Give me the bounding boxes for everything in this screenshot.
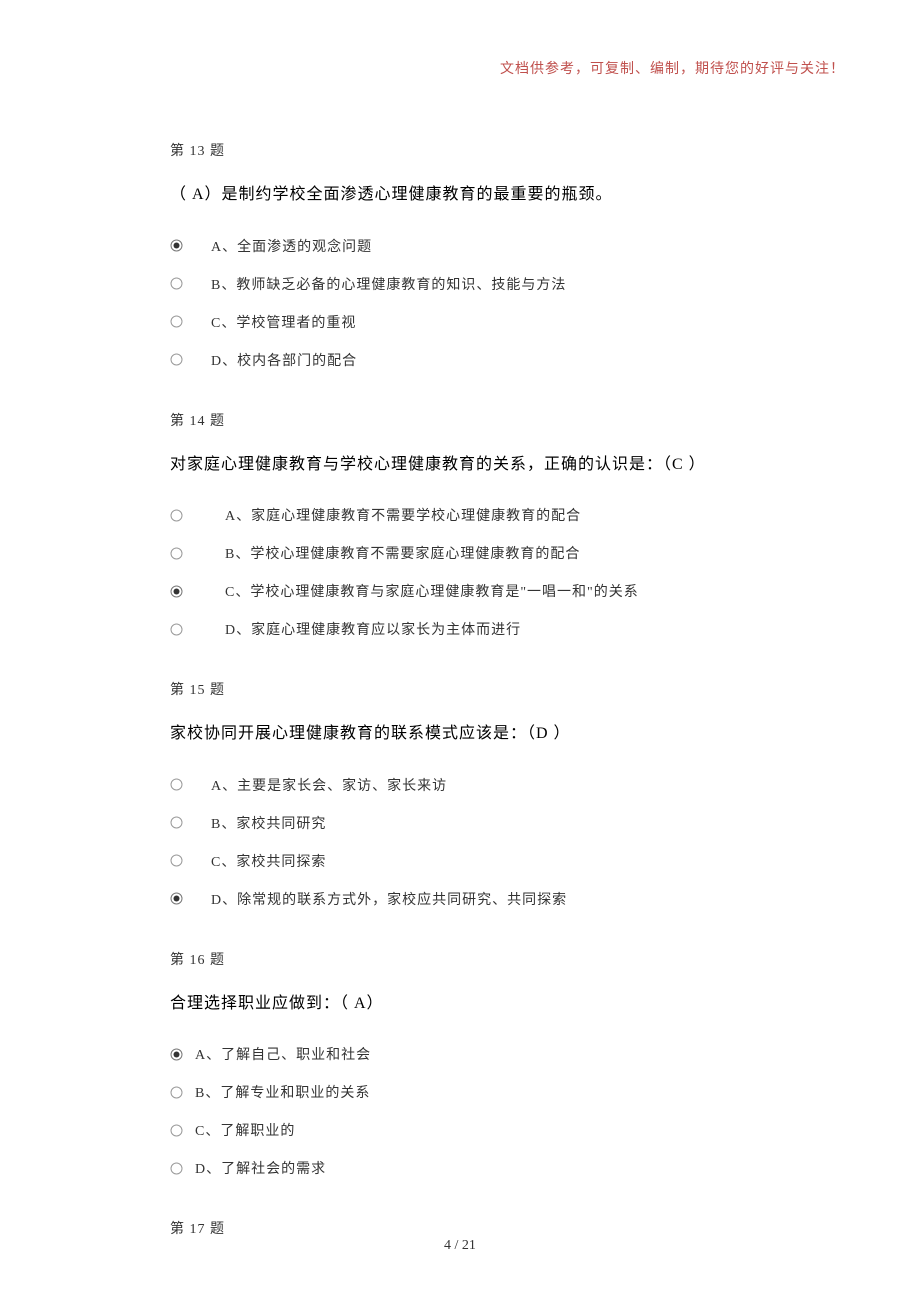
option-label: C、家校共同探索: [211, 851, 326, 871]
option-a[interactable]: A、全面渗透的观念问题: [170, 234, 750, 258]
option-d[interactable]: D、家庭心理健康教育应以家长为主体而进行: [170, 617, 750, 641]
option-label: B、学校心理健康教育不需要家庭心理健康教育的配合: [225, 543, 580, 563]
option-d[interactable]: D、校内各部门的配合: [170, 348, 750, 372]
question-number: 第 13 题: [170, 140, 750, 160]
question-text: 家校协同开展心理健康教育的联系模式应该是：（D ）: [170, 721, 750, 747]
option-label: D、除常规的联系方式外，家校应共同研究、共同探索: [211, 889, 567, 909]
radio-selected-icon: [170, 239, 183, 252]
option-label: B、教师缺乏必备的心理健康教育的知识、技能与方法: [211, 274, 566, 294]
option-label: C、了解职业的: [195, 1120, 295, 1140]
option-label: A、了解自己、职业和社会: [195, 1044, 371, 1064]
page-footer: 4 / 21: [0, 1238, 920, 1254]
question-text: （ A）是制约学校全面渗透心理健康教育的最重要的瓶颈。: [170, 182, 750, 208]
radio-unselected-icon: [170, 277, 183, 290]
radio-unselected-icon: [170, 1086, 183, 1099]
option-d[interactable]: D、了解社会的需求: [170, 1156, 750, 1180]
question-number: 第 17 题: [170, 1218, 750, 1238]
option-a[interactable]: A、主要是家长会、家访、家长来访: [170, 773, 750, 797]
question-number: 第 14 题: [170, 410, 750, 430]
question-options: A、主要是家长会、家访、家长来访 B、家校共同研究 C、家校共同探索 D、除常规…: [170, 773, 750, 911]
option-label: B、家校共同研究: [211, 813, 326, 833]
radio-selected-icon: [170, 892, 183, 905]
question-17: 第 17 题: [170, 1218, 750, 1238]
option-label: D、家庭心理健康教育应以家长为主体而进行: [225, 619, 521, 639]
option-b[interactable]: B、学校心理健康教育不需要家庭心理健康教育的配合: [170, 541, 750, 565]
option-b[interactable]: B、了解专业和职业的关系: [170, 1080, 750, 1104]
question-options: A、家庭心理健康教育不需要学校心理健康教育的配合 B、学校心理健康教育不需要家庭…: [170, 503, 750, 641]
question-text: 合理选择职业应做到：（ A）: [170, 991, 750, 1017]
option-b[interactable]: B、家校共同研究: [170, 811, 750, 835]
option-d[interactable]: D、除常规的联系方式外，家校应共同研究、共同探索: [170, 887, 750, 911]
header-note: 文档供参考，可复制、编制，期待您的好评与关注！: [500, 58, 845, 78]
radio-unselected-icon: [170, 623, 183, 636]
option-label: A、家庭心理健康教育不需要学校心理健康教育的配合: [225, 505, 581, 525]
radio-unselected-icon: [170, 1162, 183, 1175]
radio-unselected-icon: [170, 1124, 183, 1137]
option-label: A、主要是家长会、家访、家长来访: [211, 775, 447, 795]
radio-unselected-icon: [170, 854, 183, 867]
option-c[interactable]: C、了解职业的: [170, 1118, 750, 1142]
option-label: C、学校管理者的重视: [211, 312, 356, 332]
question-options: A、了解自己、职业和社会 B、了解专业和职业的关系 C、了解职业的 D、了解社会…: [170, 1042, 750, 1180]
option-label: B、了解专业和职业的关系: [195, 1082, 370, 1102]
question-options: A、全面渗透的观念问题 B、教师缺乏必备的心理健康教育的知识、技能与方法 C、学…: [170, 234, 750, 372]
question-13: 第 13 题 （ A）是制约学校全面渗透心理健康教育的最重要的瓶颈。 A、全面渗…: [170, 140, 750, 372]
radio-unselected-icon: [170, 315, 183, 328]
radio-unselected-icon: [170, 778, 183, 791]
question-16: 第 16 题 合理选择职业应做到：（ A） A、了解自己、职业和社会 B、了解专…: [170, 949, 750, 1181]
radio-selected-icon: [170, 1048, 183, 1061]
option-a[interactable]: A、了解自己、职业和社会: [170, 1042, 750, 1066]
radio-unselected-icon: [170, 509, 183, 522]
option-c[interactable]: C、学校管理者的重视: [170, 310, 750, 334]
option-label: D、了解社会的需求: [195, 1158, 326, 1178]
option-label: A、全面渗透的观念问题: [211, 236, 372, 256]
radio-unselected-icon: [170, 353, 183, 366]
question-number: 第 16 题: [170, 949, 750, 969]
option-label: D、校内各部门的配合: [211, 350, 357, 370]
question-text: 对家庭心理健康教育与学校心理健康教育的关系，正确的认识是：（C ）: [170, 452, 750, 478]
option-a[interactable]: A、家庭心理健康教育不需要学校心理健康教育的配合: [170, 503, 750, 527]
option-b[interactable]: B、教师缺乏必备的心理健康教育的知识、技能与方法: [170, 272, 750, 296]
option-c[interactable]: C、学校心理健康教育与家庭心理健康教育是"一唱一和"的关系: [170, 579, 750, 603]
radio-unselected-icon: [170, 547, 183, 560]
question-15: 第 15 题 家校协同开展心理健康教育的联系模式应该是：（D ） A、主要是家长…: [170, 679, 750, 911]
option-label: C、学校心理健康教育与家庭心理健康教育是"一唱一和"的关系: [225, 581, 639, 601]
question-14: 第 14 题 对家庭心理健康教育与学校心理健康教育的关系，正确的认识是：（C ）…: [170, 410, 750, 642]
radio-selected-icon: [170, 585, 183, 598]
content-area: 第 13 题 （ A）是制约学校全面渗透心理健康教育的最重要的瓶颈。 A、全面渗…: [0, 0, 920, 1238]
question-number: 第 15 题: [170, 679, 750, 699]
radio-unselected-icon: [170, 816, 183, 829]
option-c[interactable]: C、家校共同探索: [170, 849, 750, 873]
